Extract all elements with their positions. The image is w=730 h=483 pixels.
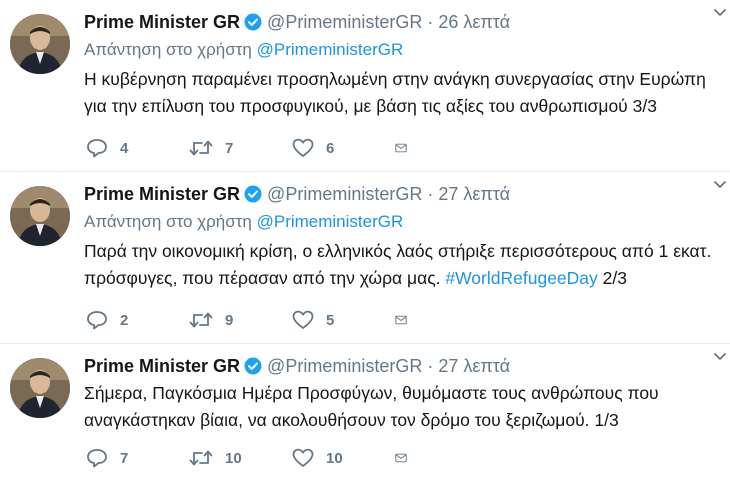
envelope-icon (395, 143, 407, 153)
reply-icon (87, 139, 107, 158)
reply-mention-link[interactable]: @PrimeministerGR (257, 40, 404, 59)
timestamp[interactable]: 27 λεπτά (438, 184, 510, 205)
chevron-down-icon[interactable] (712, 176, 728, 192)
reply-prefix: Απάντηση στο χρήστη (84, 212, 252, 231)
tweet[interactable]: Prime Minister GR @PrimeministerGR · 26 … (0, 0, 730, 172)
reply-button[interactable]: 2 (86, 308, 189, 332)
heart-icon (292, 138, 314, 157)
reply-count: 2 (120, 311, 129, 329)
display-name[interactable]: Prime Minister GR (84, 184, 240, 205)
tweet-actions: 7 10 10 (86, 446, 419, 470)
reply-icon (87, 311, 107, 330)
separator: · (427, 11, 434, 32)
verified-badge-icon (244, 13, 262, 31)
reply-icon (87, 449, 107, 468)
avatar[interactable] (10, 186, 70, 246)
retweet-button[interactable]: 10 (189, 446, 292, 470)
tweet-text-line: για την επίλυση του προσφυγικού, με βάση… (84, 96, 657, 116)
verified-badge-icon (244, 357, 262, 375)
username[interactable]: @PrimeministerGR (267, 12, 422, 33)
separator: · (427, 183, 434, 204)
tweet-text-line: Παρά την οικονομική κρίση, ο ελληνικός λ… (84, 241, 712, 261)
tweet[interactable]: Prime Minister GR @PrimeministerGR · 27 … (0, 344, 730, 483)
tweet-text: Παρά την οικονομική κρίση, ο ελληνικός λ… (84, 238, 718, 292)
like-button[interactable]: 6 (292, 136, 395, 160)
timestamp[interactable]: 27 λεπτά (438, 356, 510, 377)
reply-prefix: Απάντηση στο χρήστη (84, 40, 252, 59)
tweet-actions: 4 7 6 (86, 136, 419, 160)
heart-icon (292, 310, 314, 329)
separator: · (427, 355, 434, 376)
tweet-text-line: Η κυβέρνηση παραμένει προσηλωμένη στην α… (84, 69, 706, 89)
tweet-actions: 2 9 5 (86, 308, 419, 332)
direct-message-button[interactable] (395, 136, 419, 160)
tweet[interactable]: Prime Minister GR @PrimeministerGR · 27 … (0, 172, 730, 344)
reply-mention-link[interactable]: @PrimeministerGR (257, 212, 404, 231)
retweet-icon (189, 312, 213, 328)
avatar[interactable] (10, 14, 70, 74)
tweet-text: Η κυβέρνηση παραμένει προσηλωμένη στην α… (84, 66, 718, 120)
tweet-text: Σήμερα, Παγκόσμια Ημέρα Προσφύγων, θυμόμ… (84, 380, 718, 434)
timestamp[interactable]: 26 λεπτά (438, 12, 510, 33)
chevron-down-icon[interactable] (712, 348, 728, 364)
retweet-icon (189, 450, 213, 466)
retweet-icon (189, 140, 213, 156)
envelope-icon (395, 315, 407, 325)
display-name[interactable]: Prime Minister GR (84, 356, 240, 377)
like-count: 10 (326, 449, 343, 467)
username[interactable]: @PrimeministerGR (267, 356, 422, 377)
tweet-text-segment: πρόσφυγες, που πέρασαν από την χώρα μας. (84, 268, 446, 288)
chevron-down-icon[interactable] (712, 4, 728, 20)
like-count: 5 (326, 311, 335, 329)
reply-context: Απάντηση στο χρήστη @PrimeministerGR (84, 38, 718, 62)
verified-badge-icon (244, 185, 262, 203)
retweet-button[interactable]: 9 (189, 308, 292, 332)
tweet-text-line: πρόσφυγες, που πέρασαν από την χώρα μας.… (84, 265, 718, 292)
reply-context: Απάντηση στο χρήστη @PrimeministerGR (84, 210, 718, 234)
retweet-count: 9 (225, 311, 234, 329)
heart-icon (292, 448, 314, 467)
direct-message-button[interactable] (395, 446, 419, 470)
tweet-text-line: αναγκάστηκαν βίαια, να ακολουθήσουν τον … (84, 410, 619, 430)
reply-count: 7 (120, 449, 129, 467)
username[interactable]: @PrimeministerGR (267, 184, 422, 205)
reply-button[interactable]: 4 (86, 136, 189, 160)
avatar[interactable] (10, 358, 70, 418)
retweet-count: 7 (225, 139, 234, 157)
tweet-text-segment: 2/3 (597, 268, 627, 288)
display-name[interactable]: Prime Minister GR (84, 12, 240, 33)
like-count: 6 (326, 139, 335, 157)
like-button[interactable]: 10 (292, 446, 395, 470)
retweet-button[interactable]: 7 (189, 136, 292, 160)
tweet-text-line: Σήμερα, Παγκόσμια Ημέρα Προσφύγων, θυμόμ… (84, 383, 659, 403)
hashtag-link[interactable]: #WorldRefugeeDay (445, 268, 597, 288)
reply-button[interactable]: 7 (86, 446, 189, 470)
like-button[interactable]: 5 (292, 308, 395, 332)
retweet-count: 10 (225, 449, 242, 467)
envelope-icon (395, 453, 407, 463)
reply-count: 4 (120, 139, 129, 157)
direct-message-button[interactable] (395, 308, 419, 332)
